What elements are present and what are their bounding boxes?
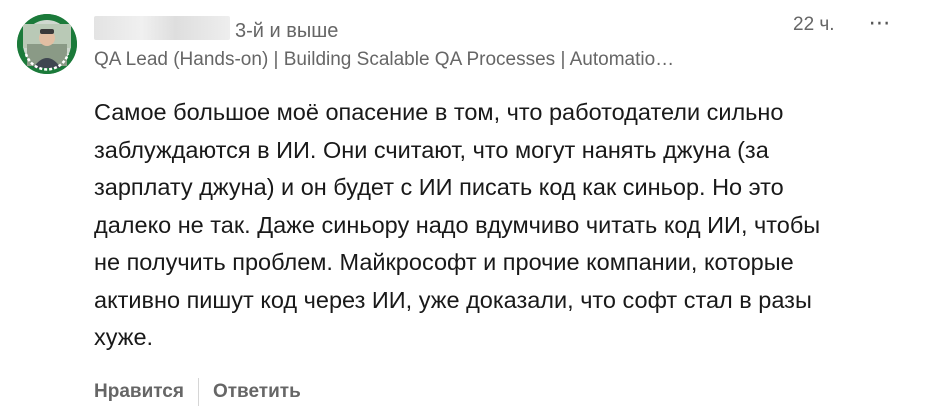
comment-text-line: заблуждаются в ИИ. Они считают, что могу… [94, 136, 769, 163]
author-headline: QA Lead (Hands-on) | Building Scalable Q… [94, 49, 675, 70]
comment-text-line: зарплату джуна) и он будет с ИИ писать к… [94, 174, 784, 200]
comment-text: Самое большое моё опасение в том, что ра… [94, 94, 924, 357]
reply-button[interactable]: Ответить [213, 378, 301, 406]
comment-text-line: Самое большое моё опасение в том, что ра… [94, 99, 784, 125]
like-button[interactable]: Нравится [94, 378, 184, 406]
more-options-button[interactable]: ⋯ [860, 10, 900, 38]
avatar[interactable] [17, 14, 77, 74]
more-horizontal-icon: ⋯ [868, 11, 892, 36]
connection-degree: 3-й и выше [235, 20, 339, 42]
author-name-redacted[interactable] [94, 16, 230, 40]
comment-timestamp: 22 ч. [793, 14, 835, 35]
comment-text-line: активно пишут код через ИИ, уже доказали… [94, 286, 812, 313]
action-divider [197, 378, 199, 406]
profile-photo-icon [17, 14, 77, 74]
comment-text-line: далеко не так. Даже синьору надо вдумчив… [94, 211, 821, 238]
comment-text-line: хуже. [94, 324, 154, 350]
comment-actions: Нравится Ответить [94, 377, 301, 407]
comment-text-line: не получить проблем. Майкрософт и прочие… [94, 249, 794, 275]
